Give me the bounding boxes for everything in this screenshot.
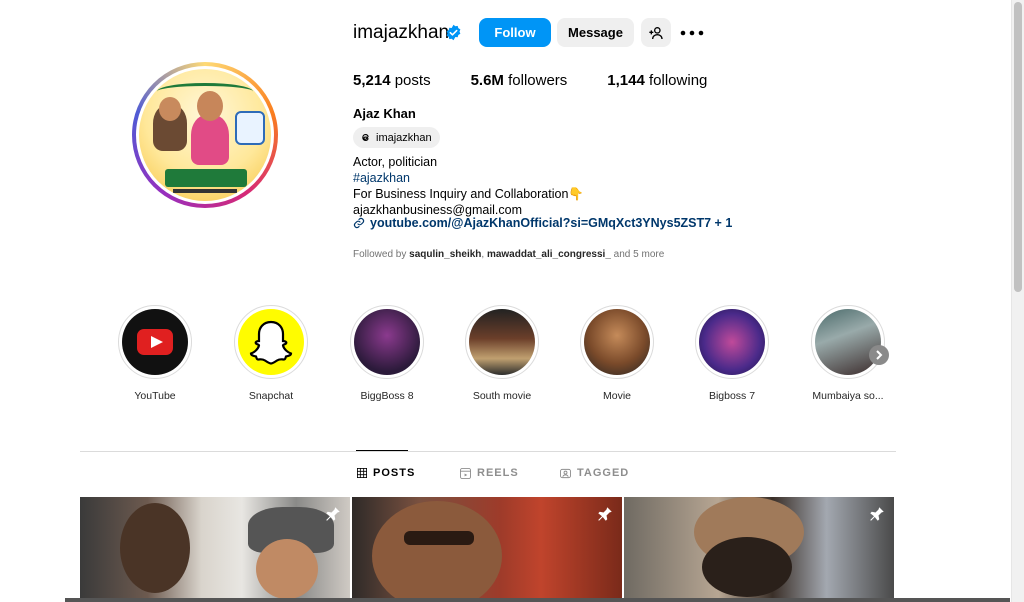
highlight-label: BiggBoss 8 [360, 390, 414, 402]
bio-hashtag[interactable]: #ajazkhan [353, 171, 410, 185]
following-stat[interactable]: 1,144 following [607, 72, 707, 89]
highlight-thumbnail [469, 309, 535, 375]
bio-line: Actor, politician [353, 155, 438, 169]
profile-link[interactable]: youtube.com/@AjazKhanOfficial?si=GMqXct3… [353, 216, 732, 230]
highlights-next-button[interactable] [869, 345, 889, 365]
highlight-thumbnail [699, 309, 765, 375]
post-thumbnail[interactable] [352, 497, 622, 602]
highlight-label: Movie [602, 390, 631, 402]
scrollbar-thumb[interactable] [1014, 2, 1022, 292]
highlight-thumbnail [815, 309, 881, 375]
highlight-youtube[interactable]: YouTube [112, 305, 198, 402]
threads-icon [362, 133, 369, 142]
profile-avatar[interactable] [132, 62, 278, 208]
threads-badge[interactable]: imajazkhan [353, 127, 440, 148]
link-icon [353, 217, 365, 229]
highlight-thumbnail [354, 309, 420, 375]
youtube-icon [122, 309, 188, 375]
suggest-similar-button[interactable] [641, 18, 671, 47]
highlight-label: Bigboss 7 [708, 390, 756, 402]
active-tab-indicator [356, 450, 408, 451]
highlight-south-movie[interactable]: South movie [459, 305, 545, 402]
profile-link-text: youtube.com/@AjazKhanOfficial?si=GMqXct3… [370, 216, 733, 230]
avatar-image [139, 69, 271, 201]
profile-username: imajazkhan [353, 22, 450, 43]
more-horizontal-icon[interactable] [680, 24, 704, 42]
pin-icon [870, 507, 884, 521]
tab-reels[interactable]: REELS [460, 467, 519, 479]
highlight-label: South movie [472, 390, 532, 402]
pin-icon [598, 507, 612, 521]
add-person-icon [649, 26, 663, 39]
tab-tagged[interactable]: TAGGED [560, 467, 629, 479]
highlight-snapchat[interactable]: Snapchat [228, 305, 314, 402]
snapchat-icon [238, 309, 304, 375]
tab-posts[interactable]: POSTS [357, 467, 415, 479]
posts-stat: 5,214 posts [353, 72, 431, 89]
grid-icon [357, 468, 367, 478]
follow-button[interactable]: Follow [479, 18, 551, 47]
highlight-thumbnail [584, 309, 650, 375]
highlight-label: Snapchat [248, 390, 294, 402]
tabs-divider [80, 451, 896, 452]
post-thumbnail[interactable] [624, 497, 894, 602]
profile-full-name: Ajaz Khan [353, 106, 416, 121]
highlight-label: Mumbaiya so... [812, 390, 884, 402]
bio-email: ajazkhanbusiness@gmail.com [353, 203, 523, 217]
verified-badge-icon [446, 24, 461, 41]
followed-by-text[interactable]: Followed by saqulin_sheikh, mawaddat_ali… [353, 249, 664, 260]
highlight-bigboss-7[interactable]: Bigboss 7 [689, 305, 775, 402]
reels-icon [460, 467, 471, 479]
followers-stat[interactable]: 5.6M followers [471, 72, 568, 89]
pin-icon [326, 507, 340, 521]
post-thumbnail[interactable] [80, 497, 350, 602]
threads-handle: imajazkhan [376, 131, 432, 144]
tagged-icon [560, 468, 571, 478]
chevron-right-icon [876, 350, 883, 360]
bio-line: For Business Inquiry and Collaboration👇 [353, 187, 584, 201]
page-scrollbar[interactable] [1011, 0, 1024, 602]
message-button[interactable]: Message [557, 18, 634, 47]
profile-stats: 5,214 posts 5.6M followers 1,144 followi… [353, 72, 747, 89]
highlight-biggboss-8[interactable]: BiggBoss 8 [344, 305, 430, 402]
highlight-movie[interactable]: Movie [574, 305, 660, 402]
highlight-label: YouTube [134, 390, 176, 402]
bottom-edge [65, 598, 1010, 602]
